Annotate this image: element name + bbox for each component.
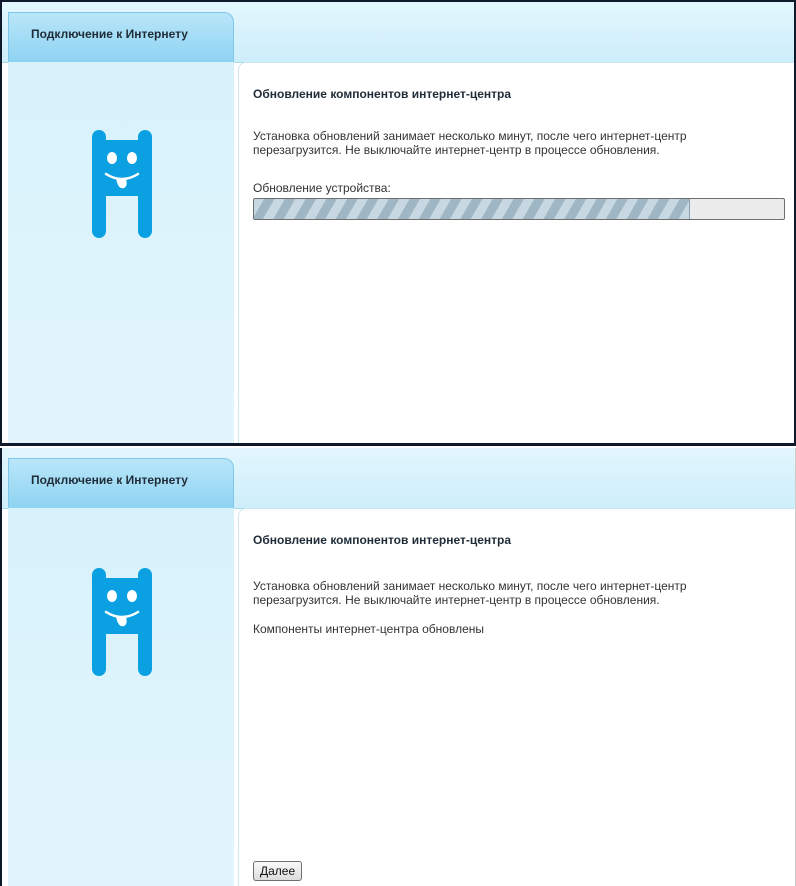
progress-label: Обновление устройства: <box>253 181 391 195</box>
progress-fill <box>254 199 690 219</box>
tab-internet-connection[interactable]: Подключение к Интернету <box>8 458 234 508</box>
update-in-progress-screen: Подключение к Интернету Обновление компо… <box>0 0 796 446</box>
mascot-logo-icon <box>92 568 152 676</box>
next-button[interactable]: Далее <box>253 861 303 881</box>
section-title: Обновление компонентов интернет-центра <box>253 87 512 101</box>
main-content: Обновление компонентов интернет-центра У… <box>238 62 794 443</box>
update-status-text: Компоненты интернет-центра обновлены <box>253 622 484 636</box>
sidebar <box>8 62 234 443</box>
section-title: Обновление компонентов интернет-центра <box>253 533 512 547</box>
update-complete-screen: Подключение к Интернету Обновление компо… <box>0 448 796 886</box>
sidebar <box>8 508 234 886</box>
mascot-logo-icon <box>92 130 152 238</box>
main-content: Обновление компонентов интернет-центра У… <box>238 508 795 886</box>
update-description: Установка обновлений занимает несколько … <box>253 129 687 157</box>
tab-internet-connection[interactable]: Подключение к Интернету <box>8 12 234 62</box>
update-description: Установка обновлений занимает несколько … <box>253 579 687 607</box>
update-progress-bar <box>253 198 785 220</box>
